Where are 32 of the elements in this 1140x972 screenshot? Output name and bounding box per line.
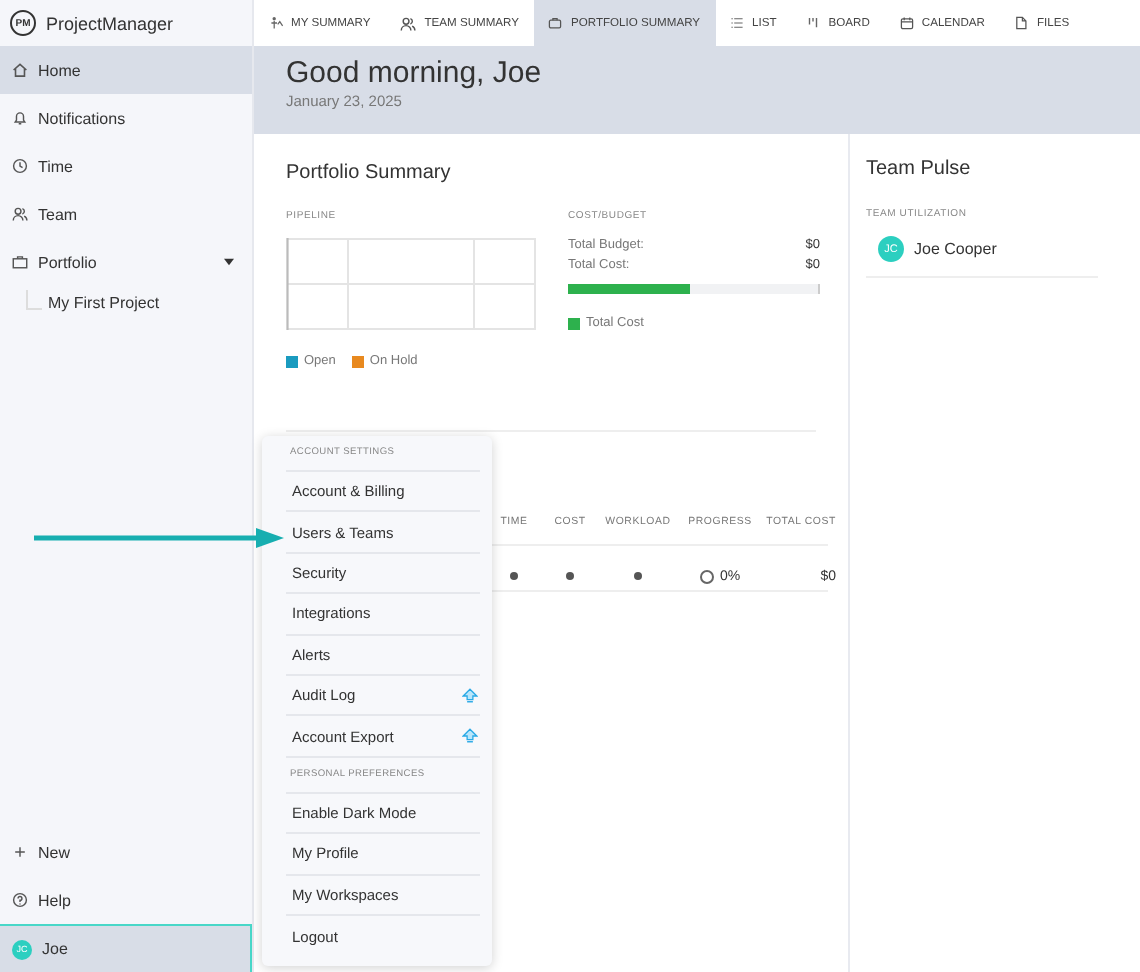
section-title: Portfolio Summary [286,162,453,184]
sidebar-item[interactable]: Notifications [0,94,252,142]
list-icon [730,16,745,30]
status-dot [510,572,518,580]
legend-swatch [568,317,580,329]
sidebar-subitem[interactable]: My First Project [48,294,160,312]
briefcase-icon [548,16,563,30]
briefcase-icon [12,254,28,270]
calendar-icon [899,16,914,30]
greeting: Good morning, Joe [286,56,544,90]
bell-icon [12,110,28,126]
file-icon [1014,16,1029,30]
sidebar-item[interactable]: Help [0,876,252,924]
board-icon [806,16,821,30]
app-name: ProjectManager [46,13,174,33]
people-icon [12,206,28,222]
status-dot [566,572,574,580]
section-title: Team Pulse [866,158,973,180]
clock-icon [12,158,28,174]
sidebar-item[interactable]: Home [0,46,252,94]
plus-icon [12,844,28,860]
person-icon [269,16,283,30]
sidebar-item[interactable]: Portfolio [0,238,252,286]
status-dot [634,572,642,580]
sidebar-item[interactable]: Team [0,190,252,238]
member-name: Joe Cooper [914,240,997,258]
home-icon [12,62,28,78]
people-icon [400,15,417,31]
help-icon [12,892,28,908]
sidebar-item[interactable]: Time [0,142,252,190]
progress-ring-icon [699,569,714,583]
sidebar-item[interactable]: New [0,828,252,876]
